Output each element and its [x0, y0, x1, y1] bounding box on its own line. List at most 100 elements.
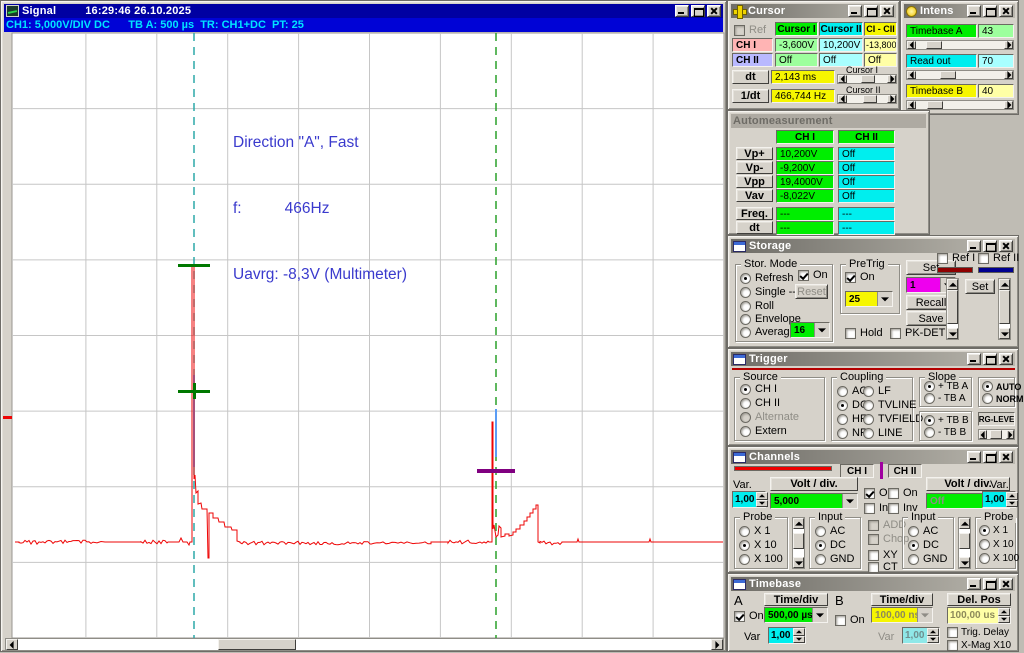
- scroll-right-icon[interactable]: [711, 639, 723, 650]
- ch2-on-checkbox[interactable]: On: [888, 487, 918, 499]
- pretrig-on-checkbox[interactable]: On: [845, 271, 875, 283]
- maximize-icon[interactable]: [983, 451, 997, 463]
- scroll-left-icon[interactable]: [907, 41, 916, 49]
- scroll-down-icon[interactable]: [959, 557, 970, 568]
- add-checkbox[interactable]: ADD: [868, 519, 906, 531]
- dropdown-arrow-icon[interactable]: [917, 608, 932, 622]
- scroll-right-icon[interactable]: [1004, 101, 1013, 109]
- intens-titlebar[interactable]: Intens: [904, 4, 1015, 18]
- probe1-x100-radio[interactable]: X 100: [739, 553, 783, 565]
- input2-ac-radio[interactable]: AC: [908, 525, 938, 537]
- coupling-tvfield-radio[interactable]: TVFIELD: [863, 413, 923, 425]
- spin-down-icon[interactable]: [793, 636, 805, 644]
- ref-set-button[interactable]: Set: [965, 279, 995, 294]
- ref2-checkbox[interactable]: Ref II: [978, 252, 1019, 264]
- coupling-lf-radio[interactable]: LF: [863, 385, 891, 397]
- scroll-down-icon[interactable]: [999, 328, 1010, 339]
- scroll-down-icon[interactable]: [947, 328, 958, 339]
- mode-average-radio[interactable]: Average: [740, 326, 796, 338]
- slider-thumb[interactable]: [926, 41, 942, 49]
- coupling-line-radio[interactable]: LINE: [863, 427, 902, 439]
- cursor-titlebar[interactable]: Cursor: [731, 4, 896, 18]
- scroll-left-icon[interactable]: [907, 101, 916, 109]
- var2-spinner[interactable]: 1,00: [982, 491, 1016, 508]
- probe1-x1-radio[interactable]: X 1: [739, 525, 771, 537]
- scroll-left-icon[interactable]: [6, 639, 18, 650]
- timediv-b-dropdown[interactable]: 100,00 ns: [871, 607, 933, 623]
- norm-radio[interactable]: NORM: [982, 393, 1024, 404]
- slider-thumb[interactable]: [863, 95, 877, 103]
- dropdown-arrow-icon[interactable]: [814, 323, 829, 337]
- var-b-spinner[interactable]: 1,00: [902, 627, 940, 644]
- dropdown-arrow-icon[interactable]: [842, 494, 857, 508]
- spin-up-icon[interactable]: [1006, 492, 1018, 500]
- slope-minus-tba-radio[interactable]: - TB A: [924, 393, 966, 404]
- scroll-up-icon[interactable]: [793, 518, 804, 529]
- minimize-icon[interactable]: [967, 5, 981, 17]
- maximize-icon[interactable]: [983, 353, 997, 365]
- dropdown-arrow-icon[interactable]: [877, 292, 892, 306]
- spin-down-icon[interactable]: [998, 616, 1010, 624]
- slider-thumb[interactable]: [990, 430, 1002, 439]
- close-icon[interactable]: [999, 451, 1013, 463]
- scroll-left-icon[interactable]: [907, 71, 916, 79]
- scroll-up-icon[interactable]: [999, 279, 1010, 290]
- ref2-vscrollbar[interactable]: [998, 278, 1011, 340]
- trig-delay-checkbox[interactable]: Trig. Delay: [947, 627, 1009, 638]
- slope-plus-tba-radio[interactable]: + TB A: [924, 381, 968, 392]
- mode-roll-radio[interactable]: Roll: [740, 300, 774, 312]
- minimize-icon[interactable]: [848, 5, 862, 17]
- minimize-icon[interactable]: [967, 353, 981, 365]
- pkdet-checkbox[interactable]: PK-DET: [890, 327, 945, 339]
- source-ch1-radio[interactable]: CH I: [740, 383, 777, 395]
- ref1-checkbox[interactable]: Ref I: [937, 252, 975, 264]
- spin-down-icon[interactable]: [927, 636, 939, 644]
- scroll-thumb[interactable]: [793, 533, 804, 549]
- source-ch2-radio[interactable]: CH II: [740, 397, 780, 409]
- scroll-left-icon[interactable]: [838, 95, 847, 103]
- close-icon[interactable]: [999, 240, 1013, 252]
- spin-up-icon[interactable]: [927, 628, 939, 636]
- probe2-x10-radio[interactable]: X 10: [979, 539, 1014, 550]
- scroll-down-icon[interactable]: [793, 557, 804, 568]
- scroll-thumb[interactable]: [999, 290, 1010, 324]
- slider-thumb[interactable]: [940, 71, 956, 79]
- slope-minus-tbb-radio[interactable]: - TB B: [924, 427, 966, 438]
- close-icon[interactable]: [999, 578, 1013, 590]
- input1-ac-radio[interactable]: AC: [815, 525, 845, 537]
- timebase-b-on-checkbox[interactable]: On: [835, 614, 865, 626]
- minimize-icon[interactable]: [967, 578, 981, 590]
- slope-plus-tbb-radio[interactable]: + TB B: [924, 415, 969, 426]
- maximize-icon[interactable]: [983, 578, 997, 590]
- var-a-spinner[interactable]: 1,00: [768, 627, 806, 644]
- auto-radio[interactable]: AUTO: [982, 381, 1021, 392]
- readout-intens-slider[interactable]: [906, 70, 1014, 80]
- scroll-right-icon[interactable]: [887, 95, 896, 103]
- source-alternate-radio[interactable]: Alternate: [740, 411, 799, 423]
- scroll-right-icon[interactable]: [1006, 430, 1014, 439]
- input2-dc-radio[interactable]: DC: [908, 539, 939, 551]
- ref-checkbox[interactable]: Ref: [734, 24, 766, 36]
- scroll-left-icon[interactable]: [838, 75, 847, 83]
- maximize-icon[interactable]: [983, 240, 997, 252]
- minimize-icon[interactable]: [967, 451, 981, 463]
- input1-dc-radio[interactable]: DC: [815, 539, 846, 551]
- input1-gnd-radio[interactable]: GND: [815, 553, 854, 565]
- trg-level-slider[interactable]: [978, 429, 1015, 440]
- automeasurement-titlebar[interactable]: Automeasurement: [731, 114, 926, 128]
- storage-on-checkbox[interactable]: On: [798, 269, 828, 281]
- channel-position-marker[interactable]: [3, 416, 12, 419]
- scroll-right-icon[interactable]: [1004, 41, 1013, 49]
- cursor1-slider[interactable]: [837, 74, 897, 84]
- maximize-icon[interactable]: [983, 5, 997, 17]
- spin-up-icon[interactable]: [793, 628, 805, 636]
- spin-down-icon[interactable]: [1006, 500, 1018, 508]
- scroll-up-icon[interactable]: [947, 279, 958, 290]
- scroll-thumb[interactable]: [959, 533, 970, 549]
- slider-thumb[interactable]: [861, 75, 875, 83]
- input2-gnd-radio[interactable]: GND: [908, 553, 947, 565]
- close-icon[interactable]: [880, 5, 894, 17]
- ch2-position-scrollbar[interactable]: [958, 517, 971, 569]
- slider-thumb[interactable]: [927, 101, 943, 109]
- trigger-titlebar[interactable]: Trigger: [731, 352, 1015, 366]
